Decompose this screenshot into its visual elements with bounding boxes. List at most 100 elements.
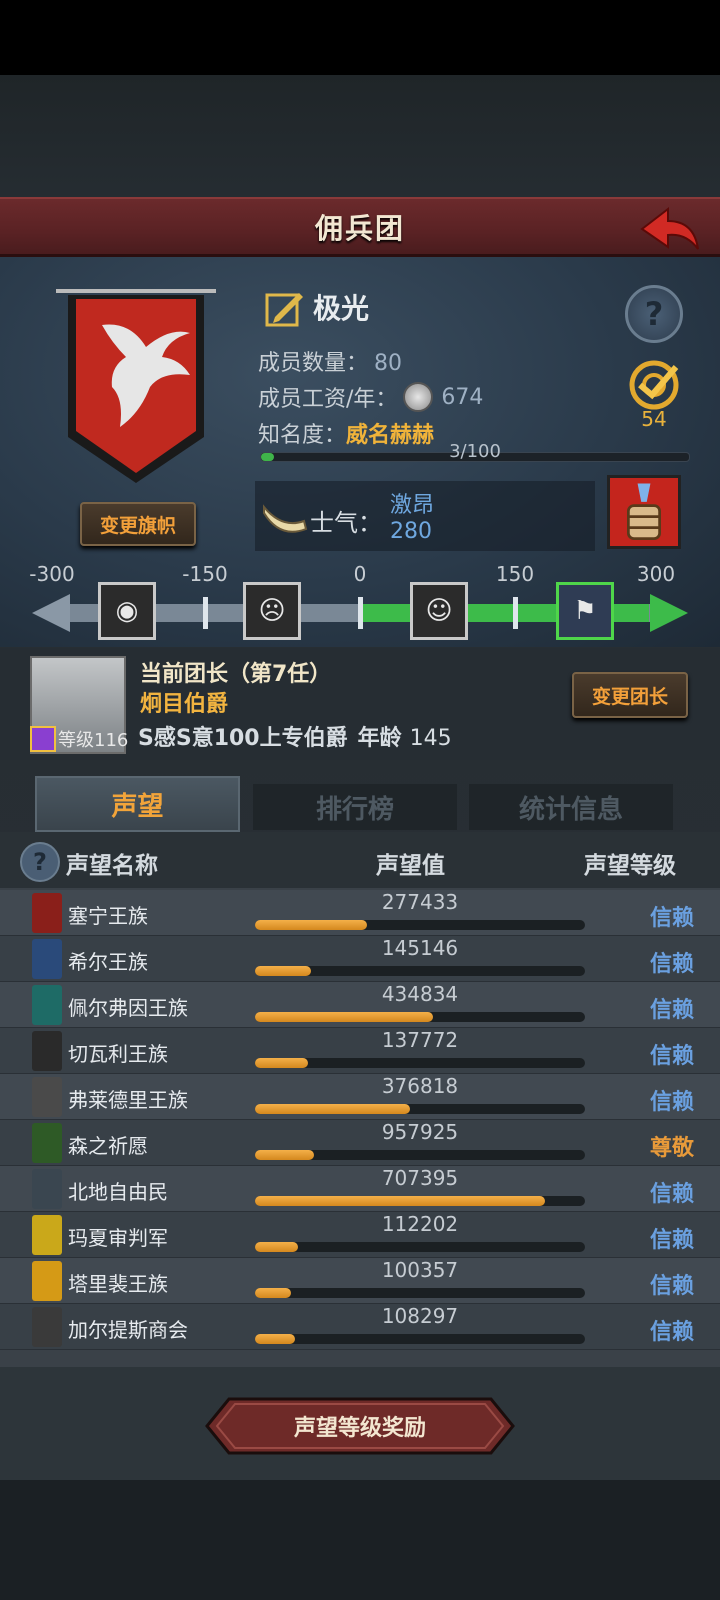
reputation-level: 信赖 <box>649 998 694 1023</box>
table-row[interactable]: 加尔提斯商会 108297 信赖 <box>0 1304 720 1350</box>
reputation-table: ? 声望名称 声望值 声望等级 塞宁王族 277433 信赖 希尔王族 145146 信赖… <box>0 832 720 1367</box>
morale-fear-icon[interactable]: ☹ <box>243 582 301 640</box>
edit-name-icon[interactable] <box>265 287 305 327</box>
table-row[interactable]: 玛夏审判军 112202 信赖 <box>0 1212 720 1258</box>
bottom-area <box>0 1480 720 1600</box>
tab-reputation[interactable]: 声望 <box>35 776 240 832</box>
reputation-bar-fill <box>255 1150 315 1160</box>
morale-label: 士气： <box>310 509 382 537</box>
table-row[interactable]: 弗莱德里王族 376818 信赖 <box>0 1074 720 1120</box>
footer: 声望等级奖励 <box>0 1367 720 1480</box>
reputation-level: 信赖 <box>649 1274 694 1299</box>
scale-label: 150 <box>495 562 535 586</box>
reputation-value: 376818 <box>381 1074 459 1098</box>
faction-emblem-icon <box>32 1031 62 1071</box>
reputation-level: 信赖 <box>649 1182 694 1207</box>
member-count: 成员数量： 80 <box>258 345 402 377</box>
scale-label: 300 <box>636 562 676 586</box>
tab-ranking[interactable]: 排行榜 <box>253 784 457 830</box>
tab-statistics[interactable]: 统计信息 <box>469 784 673 830</box>
faction-emblem-icon <box>32 1169 62 1209</box>
reputation-level: 信赖 <box>649 952 694 977</box>
faction-emblem-icon <box>32 939 62 979</box>
morale-scale: -300 -150 0 150 300 ◉ ☹ ☺ ⚑ <box>29 562 690 642</box>
morale-excited-icon[interactable]: ⚑ <box>556 582 614 640</box>
reputation-value: 100357 <box>381 1258 459 1282</box>
morale-despair-icon[interactable]: ◉ <box>98 582 156 640</box>
reputation-level: 信赖 <box>649 1090 694 1115</box>
reputation-bar-fill <box>255 1012 434 1022</box>
morale-calm-icon[interactable]: ☺ <box>410 582 468 640</box>
table-row[interactable]: 塔里裴王族 100357 信赖 <box>0 1258 720 1304</box>
faction-name: 切瓦利王族 <box>68 1042 168 1066</box>
scale-tick <box>203 597 208 629</box>
title-bar: 佣兵团 <box>0 197 720 257</box>
change-flag-button[interactable]: 变更旗帜 <box>80 502 196 546</box>
reputation-bar-fill <box>255 1242 298 1252</box>
header-name: 声望名称 <box>66 853 158 879</box>
change-leader-button[interactable]: 变更团长 <box>572 672 688 718</box>
status-bar-area <box>0 0 720 75</box>
reputation-value: 434834 <box>381 982 459 1006</box>
reputation-bar <box>255 920 585 930</box>
faction-emblem-icon <box>32 1123 62 1163</box>
scale-left-arrow-icon <box>32 594 70 632</box>
leader-name: 炯目伯爵 <box>140 692 229 717</box>
level-icon <box>30 726 56 752</box>
leader-section: 等级116 当前团长（第7任） 炯目伯爵 S感S意100上专伯爵 年龄 145 变更… <box>0 648 720 760</box>
silver-coin-icon <box>403 382 434 412</box>
scale-label: -150 <box>182 562 228 586</box>
faction-name: 塔里裴王族 <box>68 1272 168 1296</box>
guild-banner-icon <box>56 289 216 483</box>
member-wage-label: 成员工资/年： <box>258 387 398 412</box>
member-count-label: 成员数量： <box>258 351 369 376</box>
leader-traits: S感S意100上专伯爵 年龄 145 <box>138 720 452 752</box>
morale-state: 激昂 <box>390 493 435 518</box>
table-row[interactable]: 希尔王族 145146 信赖 <box>0 936 720 982</box>
horn-icon <box>263 504 308 533</box>
leader-age-label: 年龄 <box>357 726 402 751</box>
reputation-bar <box>255 1150 585 1160</box>
back-arrow-icon[interactable] <box>638 205 702 253</box>
member-wage: 成员工资/年： 674 <box>258 381 483 413</box>
leader-title: 当前团长（第7任） <box>140 662 332 687</box>
reputation-reward-button[interactable]: 声望等级奖励 <box>205 1397 515 1455</box>
faction-name: 北地自由民 <box>68 1180 168 1204</box>
reputation-bar <box>255 1058 585 1068</box>
reputation-value: 137772 <box>381 1028 459 1052</box>
reputation-bar <box>255 966 585 976</box>
reputation-level: 信赖 <box>649 906 694 931</box>
reputation-bar <box>255 1104 585 1114</box>
reputation-bar <box>255 1334 585 1344</box>
table-row[interactable]: 森之祈愿 957925 尊敬 <box>0 1120 720 1166</box>
reputation-value: 145146 <box>381 936 459 960</box>
scale-label: -300 <box>29 562 75 586</box>
table-row[interactable]: 塞宁王族 277433 信赖 <box>0 890 720 936</box>
scale-tick <box>513 597 518 629</box>
reputation-bar-fill <box>255 1058 308 1068</box>
leader-tags: S感S意100上专伯爵 <box>138 726 348 751</box>
faction-emblem-icon <box>32 1077 62 1117</box>
reputation-bar <box>255 1196 585 1206</box>
leader-level-badge: 等级116 <box>30 726 128 752</box>
table-row[interactable]: 佩尔弗因王族 434834 信赖 <box>0 982 720 1028</box>
faction-emblem-icon <box>32 985 62 1025</box>
member-wage-value: 674 <box>441 384 484 410</box>
table-row[interactable]: 北地自由民 707395 信赖 <box>0 1166 720 1212</box>
table-row[interactable]: 切瓦利王族 137772 信赖 <box>0 1028 720 1074</box>
member-count-value: 80 <box>374 351 403 376</box>
page-title: 佣兵团 <box>314 211 405 245</box>
faction-emblem-icon <box>32 1261 62 1301</box>
table-help-button[interactable]: ? <box>20 842 60 882</box>
reputation-rows: 塞宁王族 277433 信赖 希尔王族 145146 信赖 佩尔弗因王族 434834 信赖 切瓦… <box>0 890 720 1350</box>
guild-info-panel: 变更旗帜 极光 ? 成员数量： 80 成员工资/年： 674 知名度：威名赫赫 3… <box>0 257 720 647</box>
barrel-icon[interactable] <box>607 475 681 549</box>
reputation-bar-fill <box>255 1334 295 1344</box>
faction-name: 弗莱德里王族 <box>68 1088 188 1112</box>
tab-bar: 声望 排行榜 统计信息 <box>35 776 685 832</box>
reputation-value: 112202 <box>381 1212 459 1236</box>
scale-right-arrow-icon <box>650 594 688 632</box>
help-button[interactable]: ? <box>625 285 683 343</box>
reputation-level: 信赖 <box>649 1044 694 1069</box>
faction-emblem-icon <box>32 1215 62 1255</box>
